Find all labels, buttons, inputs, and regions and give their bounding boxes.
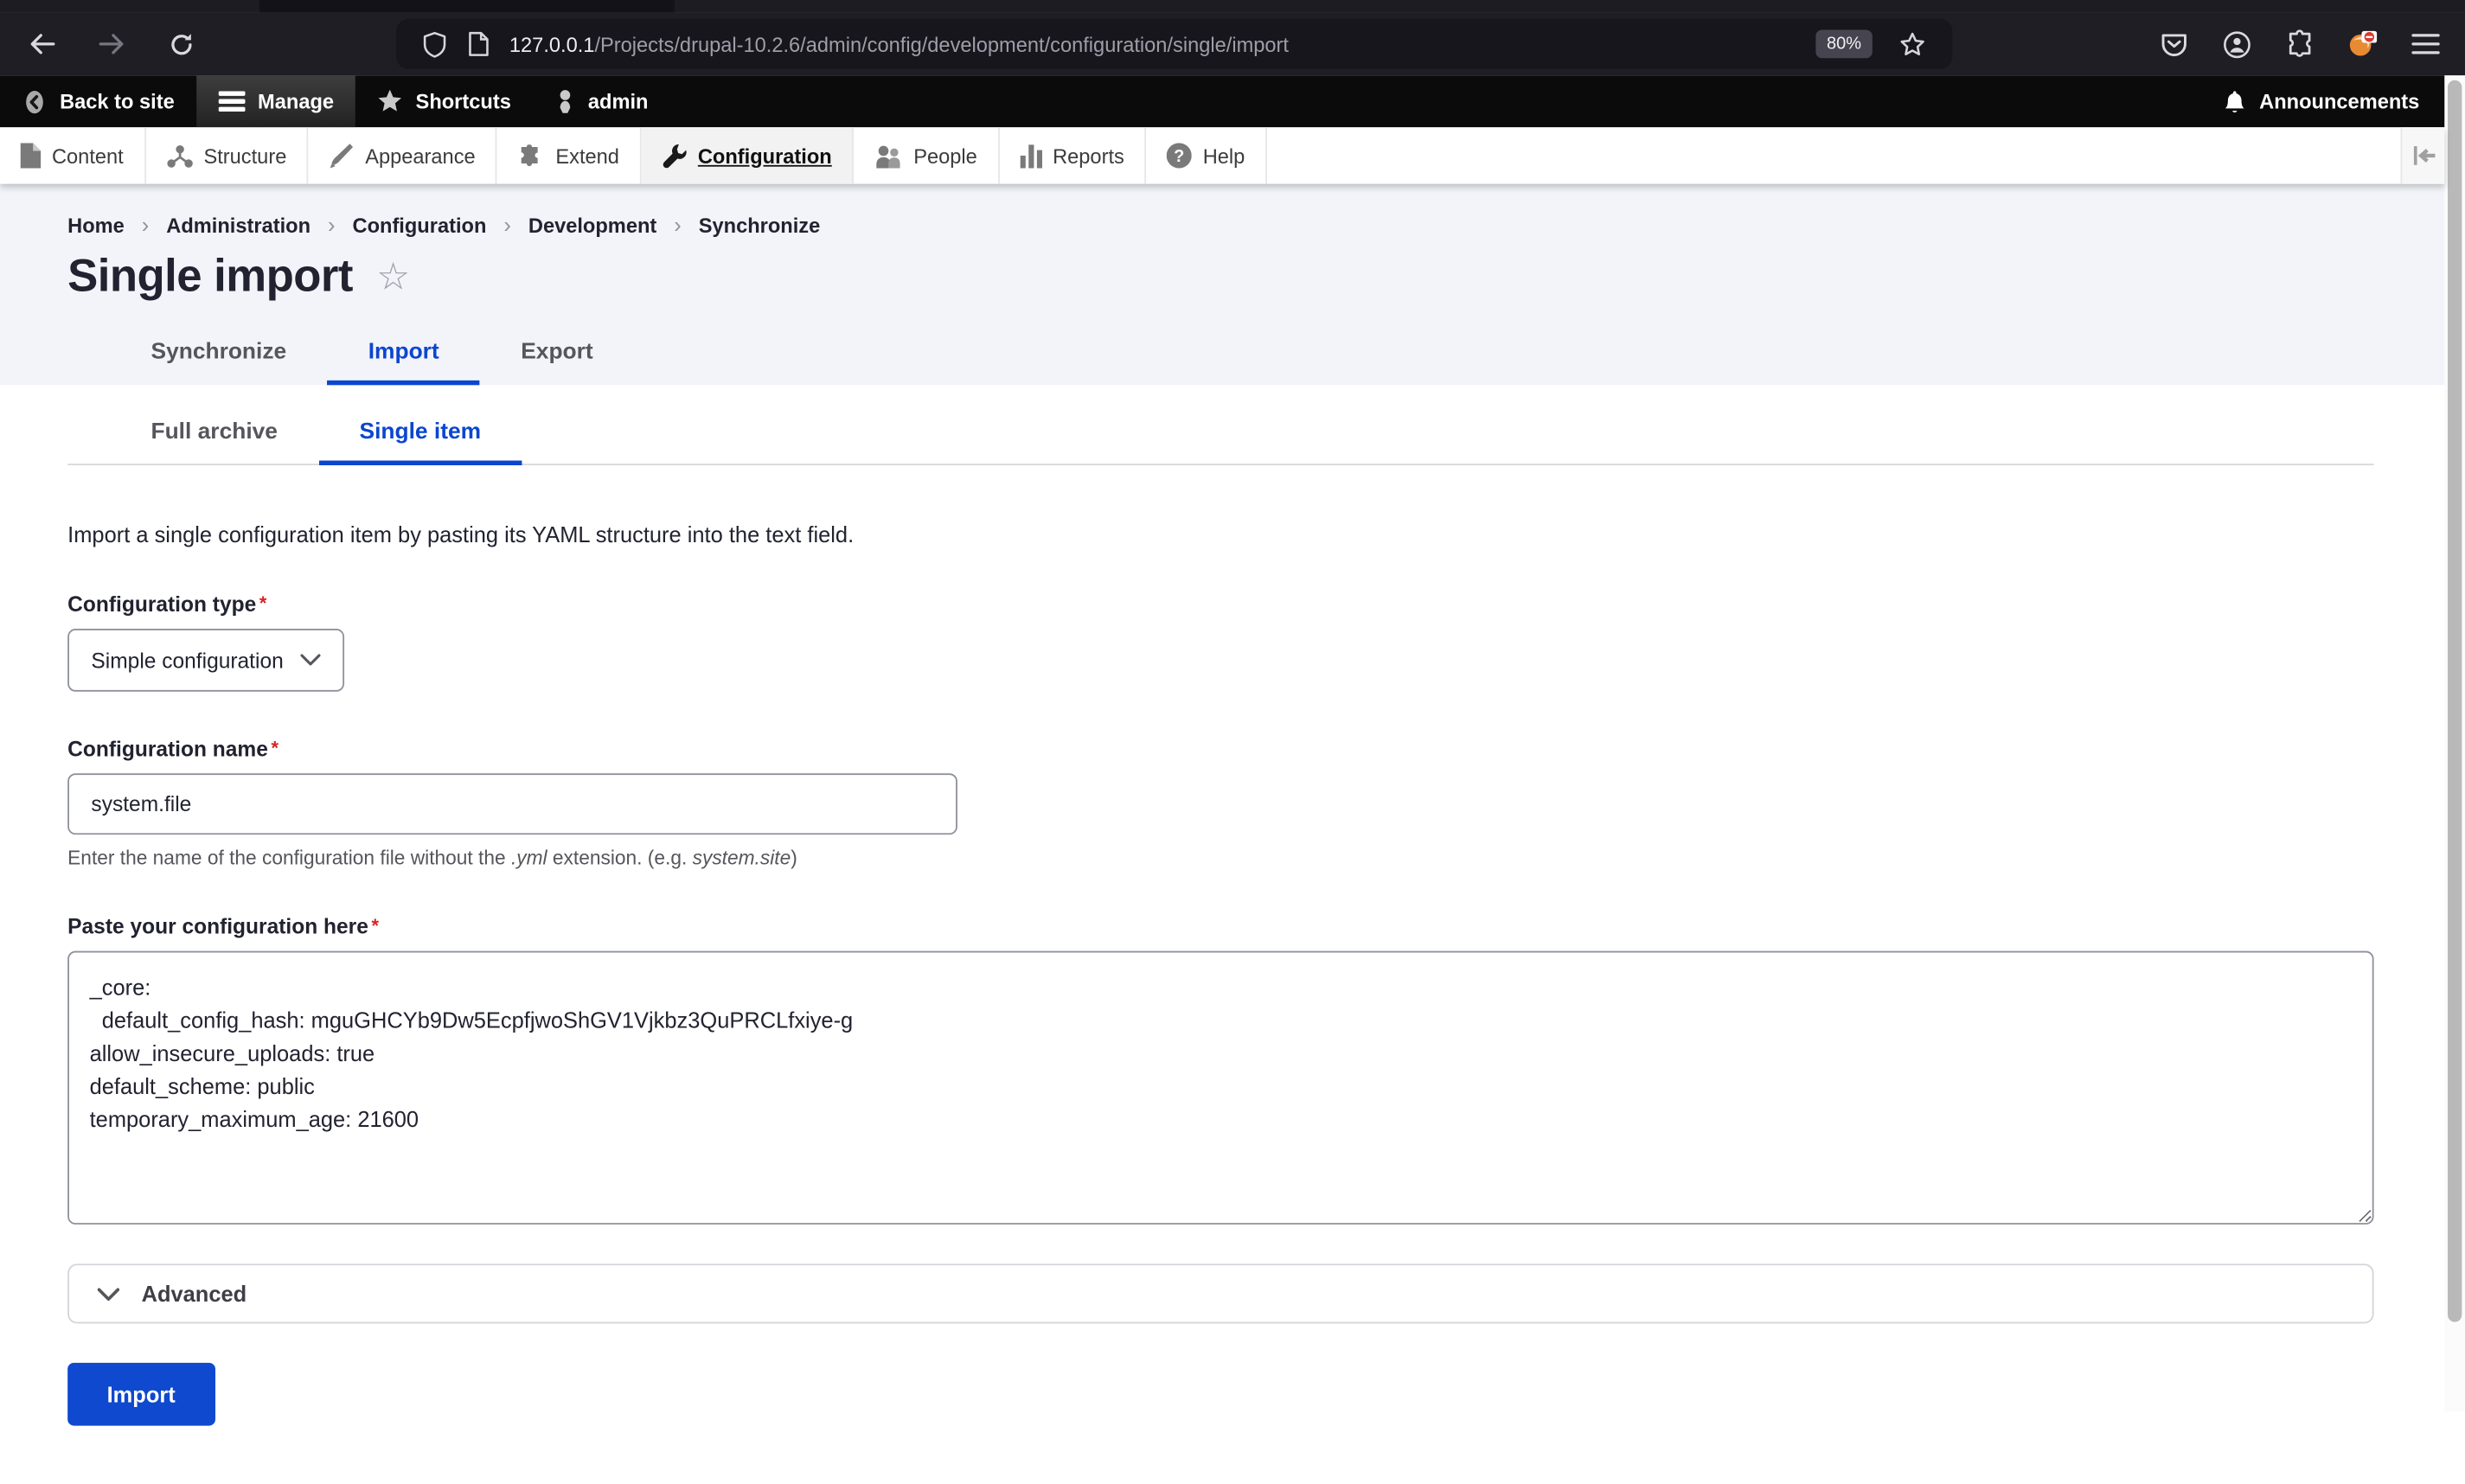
back-icon[interactable] [29, 30, 57, 59]
menu-item-appearance[interactable]: Appearance [309, 127, 497, 183]
subtab-full-archive[interactable]: Full archive [110, 404, 318, 465]
manage-label: Manage [258, 90, 334, 113]
page-title: Single import [67, 252, 353, 304]
extensions-puzzle-icon[interactable] [2286, 30, 2315, 59]
shortcuts-label: Shortcuts [416, 90, 511, 113]
firefox-extension-badge-icon[interactable] [2348, 30, 2377, 59]
breadcrumb-link-development[interactable]: Development [528, 213, 656, 236]
menu-item-reports[interactable]: Reports [999, 127, 1146, 183]
browser-tabstrip-edge [0, 0, 2465, 13]
drupal-admin-toolbar: Back to site Manage Shortcuts admin [0, 75, 2444, 127]
chevron-down-icon [98, 1287, 119, 1301]
breadcrumb-link-home[interactable]: Home [67, 213, 125, 236]
menu-item-people[interactable]: People [854, 127, 999, 183]
breadcrumb-separator: › [142, 212, 149, 237]
configuration-type-label: Configuration type* [67, 592, 2373, 616]
shortcuts-button[interactable]: Shortcuts [355, 75, 533, 127]
content-document-icon [21, 143, 42, 168]
primary-tabs: Synchronize Import Export [67, 323, 2373, 385]
announcements-bell-icon [2223, 89, 2246, 114]
shortcuts-star-icon [378, 90, 403, 113]
yaml-configuration-textarea[interactable]: _core: default_config_hash: mguGHCYb9Dw5… [67, 951, 2373, 1225]
manage-menu-icon [219, 91, 246, 112]
menu-hamburger-icon[interactable] [2411, 30, 2440, 59]
subtab-single-item[interactable]: Single item [318, 404, 522, 465]
drupal-admin-menu: Content Structure Appearance Extend [0, 127, 2444, 183]
collapse-left-icon [2412, 146, 2434, 165]
advanced-details-toggle[interactable]: Advanced [67, 1263, 2373, 1323]
breadcrumb-link-administration[interactable]: Administration [166, 213, 311, 236]
back-to-site-icon [22, 89, 47, 114]
browser-navigation-toolbar: 127.0.0.1/Projects/drupal-10.2.6/admin/c… [0, 13, 2465, 76]
paste-configuration-label: Paste your configuration here* [67, 915, 2373, 938]
required-asterisk: * [272, 737, 279, 758]
user-icon [555, 90, 576, 113]
url-path: /Projects/drupal-10.2.6/admin/config/dev… [594, 32, 1289, 55]
secondary-tabs: Full archive Single item [67, 404, 2373, 465]
bookmark-star-icon[interactable] [1899, 31, 1926, 56]
account-icon[interactable] [2223, 30, 2251, 59]
announcements-button[interactable]: Announcements [2198, 75, 2444, 127]
shield-icon[interactable] [423, 30, 446, 57]
breadcrumb-separator: › [328, 212, 335, 237]
menu-item-extend[interactable]: Extend [497, 127, 641, 183]
admin-user-button[interactable]: admin [533, 75, 670, 127]
url-host: 127.0.0.1 [509, 32, 595, 55]
configuration-type-select[interactable]: Simple configuration [67, 629, 344, 692]
help-question-icon: ? [1167, 143, 1192, 168]
configuration-type-value: Simple configuration [91, 649, 283, 672]
back-to-site-label: Back to site [60, 90, 175, 113]
required-asterisk: * [259, 592, 266, 614]
scrollbar-thumb[interactable] [2448, 80, 2462, 1322]
page-header: Home › Administration › Configuration › … [0, 184, 2444, 386]
breadcrumb-link-synchronize[interactable]: Synchronize [699, 213, 820, 236]
page-scrollbar[interactable] [2444, 75, 2465, 1411]
back-to-site-button[interactable]: Back to site [0, 75, 196, 127]
svg-text:?: ? [1174, 147, 1184, 166]
reload-icon[interactable] [167, 30, 195, 59]
menu-item-structure[interactable]: Structure [145, 127, 309, 183]
appearance-brush-icon [329, 143, 354, 168]
announcements-label: Announcements [2259, 90, 2419, 113]
forward-icon[interactable] [98, 30, 126, 59]
people-users-icon [874, 144, 903, 167]
main-content: Full archive Single item Import a single… [0, 385, 2444, 1484]
pocket-icon[interactable] [2160, 30, 2188, 59]
admin-user-label: admin [588, 90, 649, 113]
shortcut-star-icon[interactable]: ☆ [376, 259, 410, 297]
structure-sitemap-icon [166, 144, 193, 167]
chevron-down-icon [300, 654, 321, 667]
configuration-name-input[interactable]: system.file [67, 773, 957, 835]
tab-export[interactable]: Export [480, 323, 634, 385]
configuration-name-label: Configuration name* [67, 737, 2373, 760]
url-text[interactable]: 127.0.0.1/Projects/drupal-10.2.6/admin/c… [509, 32, 1815, 55]
breadcrumb-separator: › [503, 212, 510, 237]
breadcrumb-separator: › [674, 212, 681, 237]
tab-synchronize[interactable]: Synchronize [110, 323, 327, 385]
zoom-level-badge[interactable]: 80% [1815, 30, 1872, 59]
menu-item-help[interactable]: ? Help [1146, 127, 1267, 183]
import-submit-button[interactable]: Import [67, 1363, 214, 1426]
configuration-name-value: system.file [91, 792, 191, 816]
page-description: Import a single configuration item by pa… [67, 521, 2373, 547]
configuration-wrench-icon [662, 142, 687, 169]
url-bar[interactable]: 127.0.0.1/Projects/drupal-10.2.6/admin/c… [396, 19, 1952, 69]
menu-item-configuration[interactable]: Configuration [641, 127, 854, 183]
breadcrumb: Home › Administration › Configuration › … [67, 212, 2373, 237]
manage-button[interactable]: Manage [196, 75, 355, 127]
menu-item-content[interactable]: Content [0, 127, 145, 183]
configuration-name-help: Enter the name of the configuration file… [67, 848, 2373, 869]
active-tab-edge [259, 0, 675, 13]
reports-chart-icon [1020, 144, 1041, 167]
advanced-label: Advanced [142, 1281, 247, 1306]
page-info-icon[interactable] [469, 31, 490, 56]
toolbar-orientation-toggle[interactable] [2400, 127, 2444, 183]
browser-window: 127.0.0.1/Projects/drupal-10.2.6/admin/c… [0, 0, 2465, 1411]
breadcrumb-link-configuration[interactable]: Configuration [353, 213, 487, 236]
tab-import[interactable]: Import [327, 323, 480, 385]
required-asterisk: * [371, 915, 378, 937]
extend-puzzle-icon [518, 144, 545, 167]
